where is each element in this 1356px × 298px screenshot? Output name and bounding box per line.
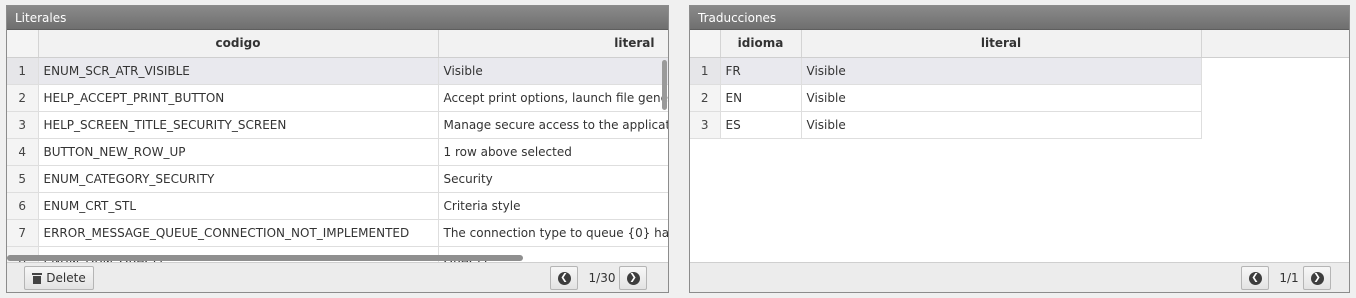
next-page-button[interactable]: ❯ [1303, 266, 1331, 290]
trash-icon [32, 272, 43, 284]
row-filler [1201, 84, 1349, 111]
row-number: 7 [7, 219, 39, 247]
previous-page-button[interactable]: ❮ [1241, 266, 1269, 290]
row-number-header [7, 30, 39, 58]
cell-literal[interactable]: Security [438, 165, 668, 193]
literales-panel: Literales codigo literal 1 ENUM_SCR_ATR_… [6, 5, 669, 293]
cell-literal[interactable]: Visible [801, 111, 1202, 139]
table-row[interactable]: 3 HELP_SCREEN_TITLE_SECURITY_SCREEN Mana… [7, 111, 668, 139]
literales-panel-title: Literales [7, 6, 668, 30]
cell-literal[interactable]: Visible [801, 57, 1202, 85]
row-number: 1 [7, 57, 39, 85]
row-number: 4 [7, 138, 39, 166]
table-row[interactable]: 3 ES Visible [690, 111, 1349, 139]
cell-codigo[interactable]: ENUM_CRT_STL [38, 192, 439, 220]
cell-idioma[interactable]: FR [720, 57, 802, 85]
table-row[interactable]: 2 HELP_ACCEPT_PRINT_BUTTON Accept print … [7, 84, 668, 112]
traducciones-panel-title: Traducciones [690, 6, 1349, 30]
cell-literal[interactable]: 1 row above selected [438, 138, 668, 166]
table-row[interactable]: 2 EN Visible [690, 84, 1349, 112]
page-indicator: 1/1 [1279, 271, 1299, 285]
chevron-right-circle-icon: ❯ [626, 271, 640, 285]
table-row[interactable]: 1 FR Visible [690, 57, 1349, 85]
traducciones-table: idioma literal 1 FR Visible 2 EN Visible [690, 30, 1349, 139]
horizontal-scrollbar-thumb[interactable] [7, 255, 523, 261]
traducciones-grid[interactable]: idioma literal 1 FR Visible 2 EN Visible [690, 30, 1349, 262]
traducciones-panel: Traducciones idioma literal 1 FR Visible [689, 5, 1350, 293]
next-page-button[interactable]: ❯ [619, 266, 647, 290]
delete-button-label: Delete [46, 271, 86, 285]
cell-idioma[interactable]: ES [720, 111, 802, 139]
cell-literal[interactable]: Visible [801, 84, 1202, 112]
chevron-left-circle-icon: ❮ [1248, 271, 1262, 285]
vertical-scrollbar-thumb[interactable] [662, 60, 667, 110]
row-number: 1 [690, 57, 721, 85]
cell-codigo[interactable]: BUTTON_NEW_ROW_UP [38, 138, 439, 166]
cell-codigo[interactable]: HELP_ACCEPT_PRINT_BUTTON [38, 84, 439, 112]
previous-page-button[interactable]: ❮ [550, 266, 578, 290]
column-header-filler [1201, 30, 1349, 58]
table-row[interactable]: 7 ERROR_MESSAGE_QUEUE_CONNECTION_NOT_IMP… [7, 219, 668, 247]
chevron-right-circle-icon: ❯ [1310, 271, 1324, 285]
chevron-left-circle-icon: ❮ [557, 271, 571, 285]
cell-codigo[interactable]: HELP_SCREEN_TITLE_SECURITY_SCREEN [38, 111, 439, 139]
literales-grid[interactable]: codigo literal 1 ENUM_SCR_ATR_VISIBLE Vi… [7, 30, 668, 262]
row-number: 3 [690, 111, 721, 139]
row-number: 6 [7, 192, 39, 220]
table-row[interactable]: 1 ENUM_SCR_ATR_VISIBLE Visible [7, 57, 668, 85]
column-header-literal[interactable]: literal [801, 30, 1202, 58]
row-number: 3 [7, 111, 39, 139]
row-filler [1201, 111, 1349, 138]
row-number: 5 [7, 165, 39, 193]
literales-header-row: codigo literal [7, 30, 668, 58]
row-filler [1201, 57, 1349, 84]
column-header-codigo[interactable]: codigo [38, 30, 439, 58]
cell-literal[interactable]: Manage secure access to the application [438, 111, 668, 139]
column-header-idioma[interactable]: idioma [720, 30, 802, 58]
cell-literal[interactable]: Accept print options, launch file genera… [438, 84, 668, 112]
literales-footer: Delete ❮ 1/30 ❯ [7, 262, 668, 292]
row-number: 2 [7, 84, 39, 112]
table-row[interactable]: 6 ENUM_CRT_STL Criteria style [7, 192, 668, 220]
cell-idioma[interactable]: EN [720, 84, 802, 112]
table-row[interactable]: 5 ENUM_CATEGORY_SECURITY Security [7, 165, 668, 193]
literales-table: codigo literal 1 ENUM_SCR_ATR_VISIBLE Vi… [7, 30, 668, 262]
cell-literal[interactable]: Visible [438, 57, 668, 85]
cell-literal[interactable]: Criteria style [438, 192, 668, 220]
cell-codigo[interactable]: ENUM_SCR_ATR_VISIBLE [38, 57, 439, 85]
delete-button[interactable]: Delete [24, 266, 94, 290]
traducciones-header-row: idioma literal [690, 30, 1349, 58]
row-number-header [690, 30, 721, 58]
column-header-literal[interactable]: literal [438, 30, 668, 58]
row-number: 2 [690, 84, 721, 112]
page-indicator: 1/30 [588, 271, 616, 285]
traducciones-footer: ❮ 1/1 ❯ [690, 262, 1349, 292]
table-row[interactable]: 4 BUTTON_NEW_ROW_UP 1 row above selected [7, 138, 668, 166]
cell-codigo[interactable]: ENUM_CATEGORY_SECURITY [38, 165, 439, 193]
cell-codigo[interactable]: ERROR_MESSAGE_QUEUE_CONNECTION_NOT_IMPLE… [38, 219, 439, 247]
cell-literal[interactable]: The connection type to queue {0} has not… [438, 219, 668, 247]
